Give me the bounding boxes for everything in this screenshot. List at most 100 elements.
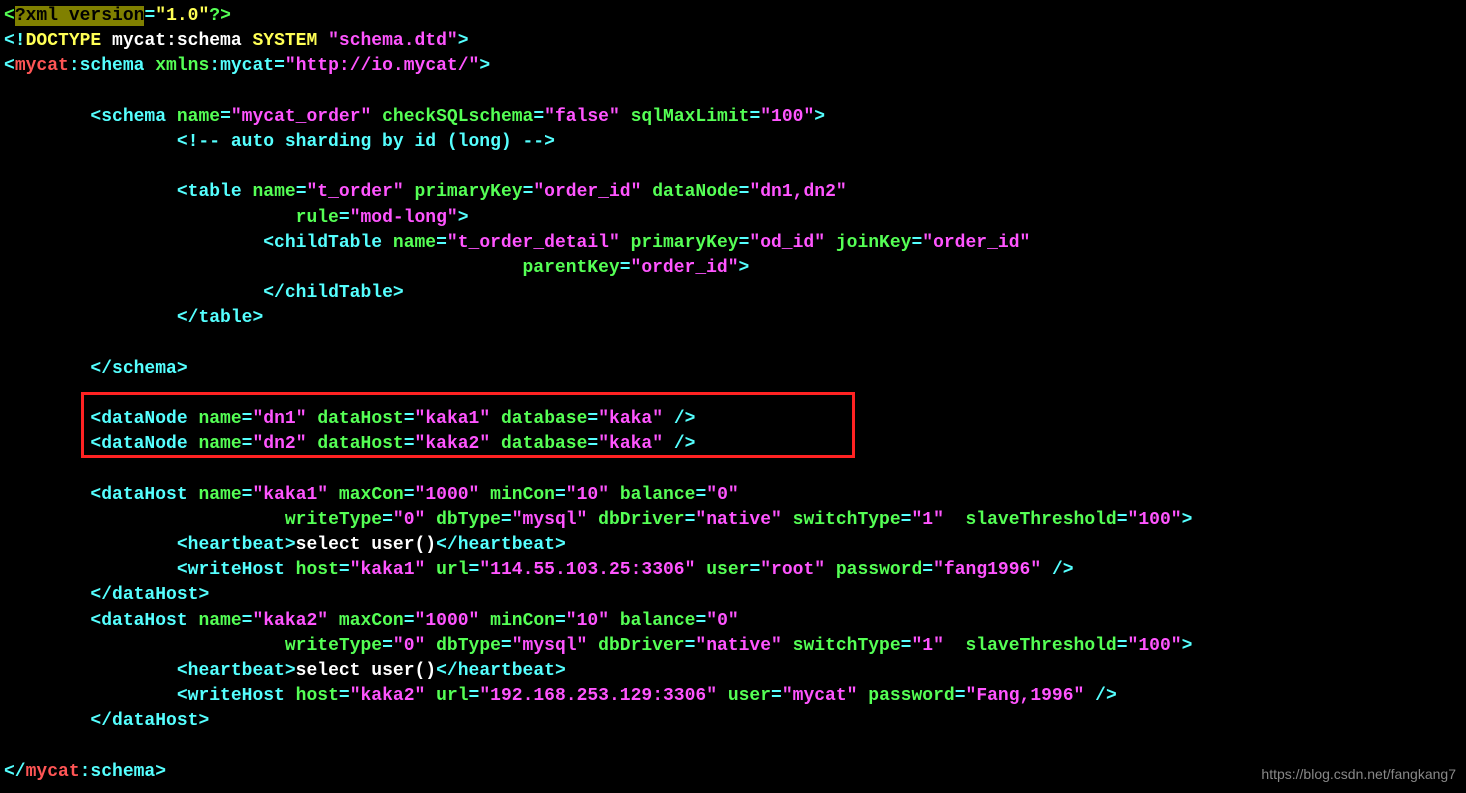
- code-token: maxCon: [339, 611, 404, 631]
- code-token: table: [198, 308, 252, 328]
- code-token: =: [382, 510, 393, 530]
- code-token: />: [1084, 686, 1116, 706]
- code-token: =: [242, 611, 253, 631]
- code-token: <: [4, 409, 101, 429]
- code-token: "kaka2": [350, 686, 426, 706]
- code-token: >: [739, 258, 750, 278]
- code-token: [825, 560, 836, 580]
- code-token: "native": [695, 510, 781, 530]
- code-token: dbDriver: [598, 636, 684, 656]
- code-token: mycat:schema: [101, 31, 252, 51]
- code-token: heartbeat: [458, 535, 555, 555]
- code-token: >: [285, 661, 296, 681]
- code-token: <: [4, 434, 101, 454]
- code-token: parentKey: [522, 258, 619, 278]
- code-token: />: [663, 434, 695, 454]
- code-token: dataHost: [101, 485, 187, 505]
- code-token: "kaka2": [252, 611, 328, 631]
- code-token: [404, 182, 415, 202]
- code-token: [944, 510, 966, 530]
- code-token: =: [220, 107, 231, 127]
- code-token: =: [901, 510, 912, 530]
- code-token: =: [739, 233, 750, 253]
- code-token: [4, 132, 177, 152]
- code-token: =: [533, 107, 544, 127]
- code-token: <: [4, 107, 101, 127]
- code-token: </: [4, 762, 26, 782]
- code-token: />: [1041, 560, 1073, 580]
- code-token: >: [393, 283, 404, 303]
- code-token: [620, 107, 631, 127]
- code-token: user: [706, 560, 749, 580]
- code-token: [382, 233, 393, 253]
- code-token: "mysql": [512, 510, 588, 530]
- code-token: [242, 182, 253, 202]
- code-token: "mycat": [782, 686, 858, 706]
- code-token: =: [555, 485, 566, 505]
- code-token: <: [4, 56, 15, 76]
- code-token: =: [922, 560, 933, 580]
- code-token: dbDriver: [598, 510, 684, 530]
- code-token: host: [296, 560, 339, 580]
- code-token: =: [339, 208, 350, 228]
- code-token: =: [587, 409, 598, 429]
- code-token: dataHost: [317, 434, 403, 454]
- code-token: <!: [4, 31, 26, 51]
- code-token: "0": [393, 510, 425, 530]
- code-token: dataHost: [317, 409, 403, 429]
- code-content[interactable]: <?xml version="1.0"?> <!DOCTYPE mycat:sc…: [4, 4, 1466, 785]
- code-token: [695, 560, 706, 580]
- code-token: =: [620, 258, 631, 278]
- code-token: [609, 485, 620, 505]
- code-token: >: [198, 711, 209, 731]
- code-token: "kaka1": [350, 560, 426, 580]
- code-token: [717, 686, 728, 706]
- code-token: [4, 510, 285, 530]
- code-token: >: [458, 208, 469, 228]
- code-token: >: [1182, 510, 1193, 530]
- code-token: =: [771, 686, 782, 706]
- code-token: =: [296, 182, 307, 202]
- code-token: [425, 686, 436, 706]
- code-token: =: [749, 560, 760, 580]
- code-token: [425, 510, 436, 530]
- code-token: :schema: [69, 56, 155, 76]
- code-token: name: [198, 434, 241, 454]
- code-token: dataHost: [112, 585, 198, 605]
- code-token: heartbeat: [188, 661, 285, 681]
- code-token: =: [901, 636, 912, 656]
- code-token: "100": [1128, 636, 1182, 656]
- code-token: url: [436, 560, 468, 580]
- code-token: "od_id": [749, 233, 825, 253]
- code-token: >: [155, 762, 166, 782]
- code-token: writeType: [285, 636, 382, 656]
- code-token: slaveThreshold: [966, 636, 1117, 656]
- code-token: password: [868, 686, 954, 706]
- code-token: =: [339, 686, 350, 706]
- code-token: [307, 409, 318, 429]
- code-token: url: [436, 686, 468, 706]
- code-token: [587, 636, 598, 656]
- code-token: [188, 485, 199, 505]
- code-token: "100": [760, 107, 814, 127]
- code-token: =: [695, 485, 706, 505]
- code-token: dataHost: [101, 611, 187, 631]
- code-token: "dn1": [252, 409, 306, 429]
- code-token: [285, 560, 296, 580]
- code-token: dbType: [436, 636, 501, 656]
- code-token: =: [404, 434, 415, 454]
- code-token: [425, 636, 436, 656]
- code-token: writeHost: [188, 686, 285, 706]
- code-token: "mysql": [512, 636, 588, 656]
- code-token: =: [404, 409, 415, 429]
- code-token: >: [479, 56, 490, 76]
- code-token: [609, 611, 620, 631]
- code-token: [479, 485, 490, 505]
- code-token: "false": [544, 107, 620, 127]
- code-token: switchType: [793, 510, 901, 530]
- code-token: "schema.dtd": [328, 31, 458, 51]
- code-token: primaryKey: [415, 182, 523, 202]
- code-token: [307, 434, 318, 454]
- code-token: [479, 611, 490, 631]
- code-token: checkSQLschema: [382, 107, 533, 127]
